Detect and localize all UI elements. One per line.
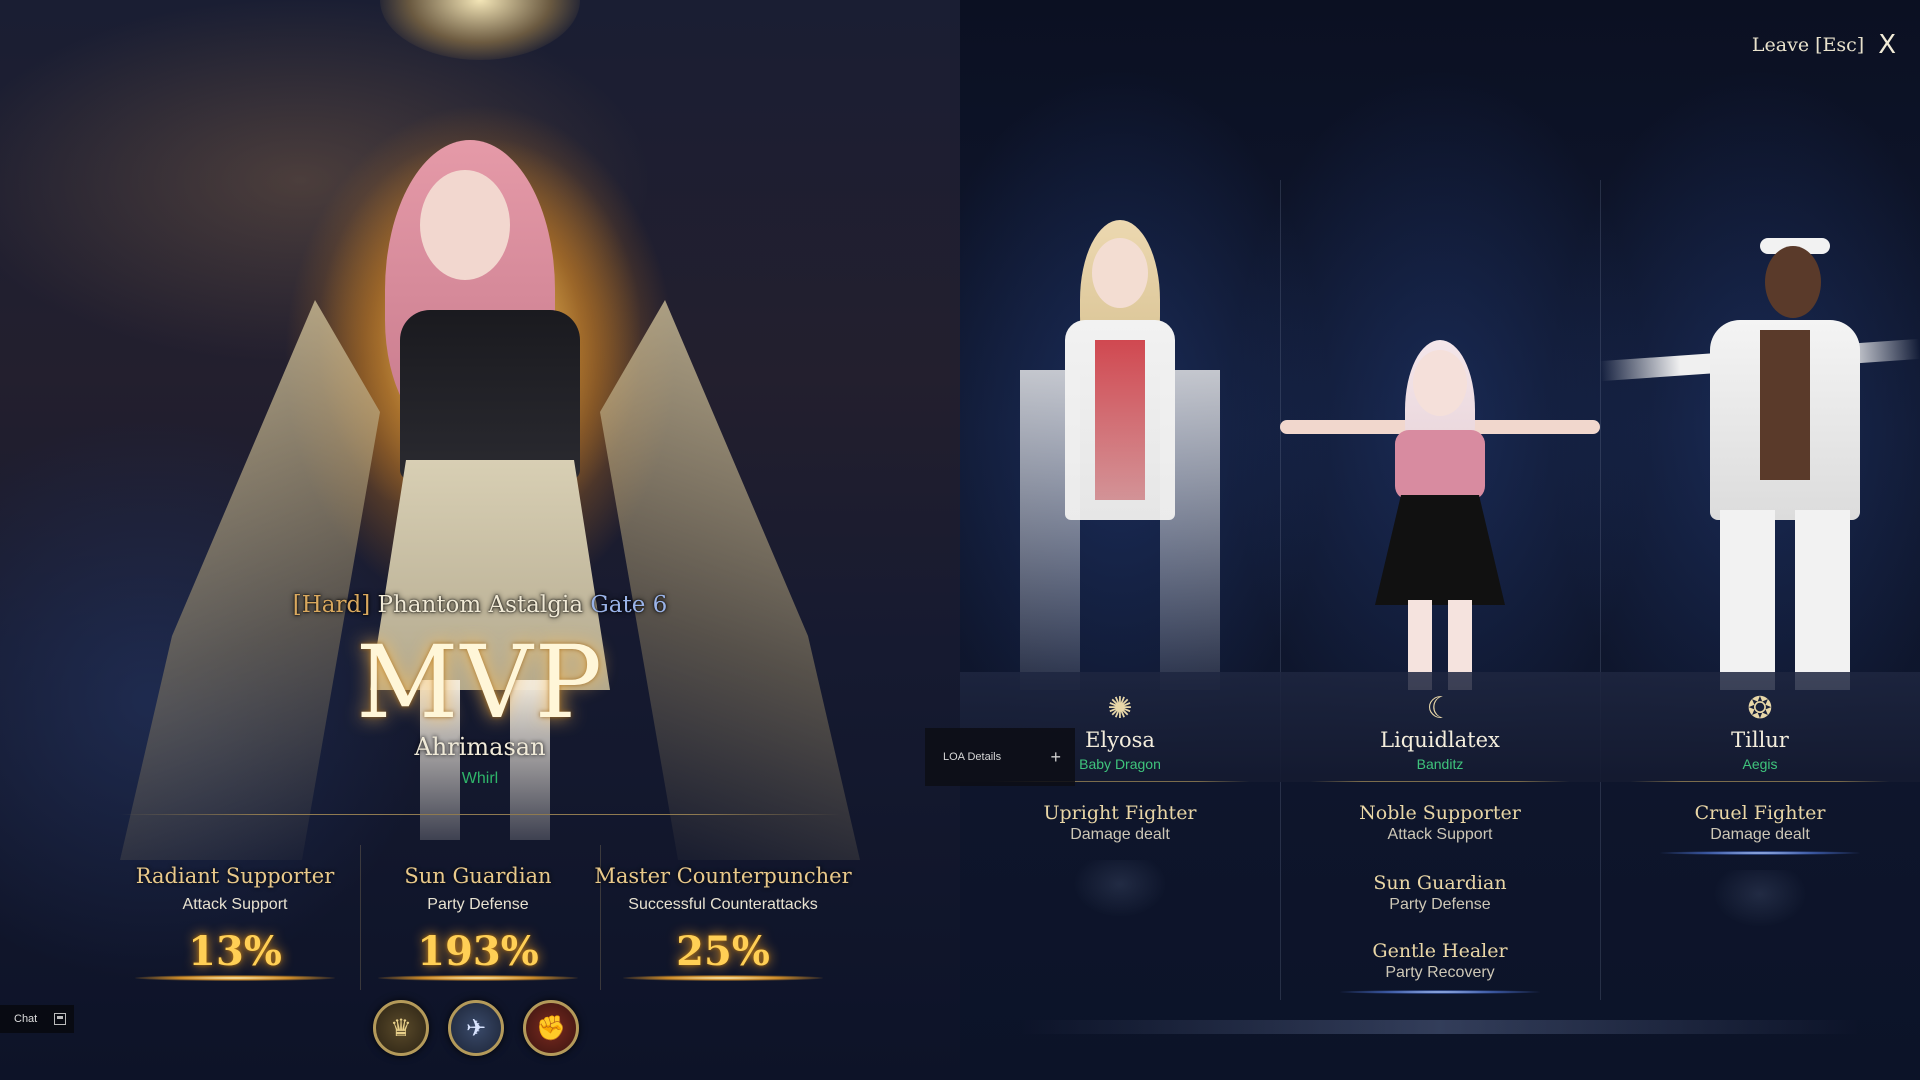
award-title: Gentle Healer — [1372, 940, 1508, 962]
award-subtitle: Party Recovery — [1385, 964, 1495, 981]
raid-title: [Hard] Phantom Astalgia Gate 6 — [0, 592, 960, 618]
party-character-model — [1280, 330, 1600, 690]
party-member-guild: Aegis — [1742, 756, 1778, 772]
moon-crest-icon: ☾ — [1426, 690, 1454, 726]
award-subtitle: Successful Counterattacks — [628, 896, 818, 913]
mvp-award-1: Radiant Supporter Attack Support 13% — [115, 864, 355, 975]
award-subtitle: Party Defense — [427, 896, 529, 913]
empty-slot-ornament — [1070, 860, 1170, 920]
leave-button[interactable]: Leave [Esc] X — [1752, 30, 1896, 60]
party-member-card: ☾ Liquidlatex Banditz Noble Supporter At… — [1280, 0, 1600, 1080]
raid-name: Phantom Astalgia — [377, 592, 584, 618]
close-icon[interactable]: X — [1878, 30, 1896, 60]
party-award: Upright Fighter Damage dealt — [960, 802, 1280, 844]
party-divider — [1630, 781, 1890, 782]
party-member-name: Tillur — [1731, 728, 1789, 752]
party-award: Cruel Fighter Damage dealt — [1600, 802, 1920, 844]
award-value: 13% — [188, 928, 282, 975]
mvp-award-2: Sun Guardian Party Defense 193% — [358, 864, 598, 975]
award-title: Upright Fighter — [1043, 802, 1197, 824]
bird-badge-icon[interactable]: ✈ — [448, 1000, 504, 1056]
party-award: Gentle Healer Party Recovery — [1280, 940, 1600, 982]
award-value: 193% — [417, 928, 539, 975]
party-member-guild: Banditz — [1416, 756, 1464, 772]
party-divider — [1310, 781, 1570, 782]
award-glow — [623, 975, 823, 981]
plus-icon[interactable]: + — [1050, 747, 1061, 768]
winged-crest-icon: ❂ — [1747, 690, 1773, 726]
chat-label: Chat — [14, 1013, 38, 1025]
award-title: Radiant Supporter — [135, 864, 335, 888]
raid-gate: Gate 6 — [590, 592, 668, 618]
window-icon[interactable] — [54, 1013, 66, 1025]
award-subtitle: Attack Support — [182, 896, 288, 913]
award-title: Noble Supporter — [1359, 802, 1521, 824]
award-subtitle: Party Defense — [1389, 896, 1491, 913]
award-subtitle: Attack Support — [1387, 826, 1493, 843]
mvp-player-name: Ahrimasan — [414, 733, 546, 761]
mvp-divider — [120, 814, 840, 815]
party-character-model — [1599, 220, 1920, 690]
leave-label: Leave [Esc] — [1751, 34, 1865, 56]
bottom-ornament — [1020, 1020, 1860, 1034]
sun-crest-icon: ✺ — [1107, 690, 1133, 726]
party-award: Noble Supporter Attack Support — [1280, 802, 1600, 844]
light-flare — [380, 0, 580, 60]
party-member-name: Liquidlatex — [1380, 728, 1500, 752]
party-member-card: ✺ Elyosa Baby Dragon Upright Fighter Dam… — [960, 0, 1280, 1080]
award-glow — [1660, 851, 1860, 855]
award-subtitle: Damage dealt — [1710, 826, 1810, 843]
award-glow — [135, 975, 335, 981]
award-title: Sun Guardian — [1373, 872, 1507, 894]
party-member-card: ❂ Tillur Aegis Cruel Fighter Damage deal… — [1599, 0, 1920, 1080]
raid-difficulty: [Hard] — [292, 592, 371, 618]
fist-badge-icon[interactable]: ✊ — [523, 1000, 579, 1056]
mvp-award-3: Master Counterpuncher Successful Counter… — [583, 864, 863, 975]
award-subtitle: Damage dealt — [1070, 826, 1170, 843]
loa-details-label: LOA Details — [943, 751, 1002, 763]
award-value: 25% — [676, 928, 770, 975]
party-character-model — [1010, 220, 1230, 690]
party-panel: ✺ Elyosa Baby Dragon Upright Fighter Dam… — [960, 0, 1920, 1080]
crown-badge-icon[interactable]: ♛ — [373, 1000, 429, 1056]
award-glow — [378, 975, 578, 981]
award-title: Sun Guardian — [404, 864, 552, 888]
chat-toggle[interactable]: Chat — [0, 1005, 74, 1033]
award-title: Cruel Fighter — [1694, 802, 1826, 824]
empty-slot-ornament — [1710, 870, 1810, 930]
mvp-title: MVP — [356, 624, 604, 741]
loa-details-button[interactable]: LOA Details + — [925, 728, 1075, 786]
mvp-panel: [Hard] Phantom Astalgia Gate 6 MVP Ahrim… — [0, 0, 960, 1080]
party-award: Sun Guardian Party Defense — [1280, 872, 1600, 914]
mvp-guild-name: Whirl — [461, 770, 499, 787]
award-glow — [1340, 990, 1540, 994]
award-title: Master Counterpuncher — [594, 864, 852, 888]
